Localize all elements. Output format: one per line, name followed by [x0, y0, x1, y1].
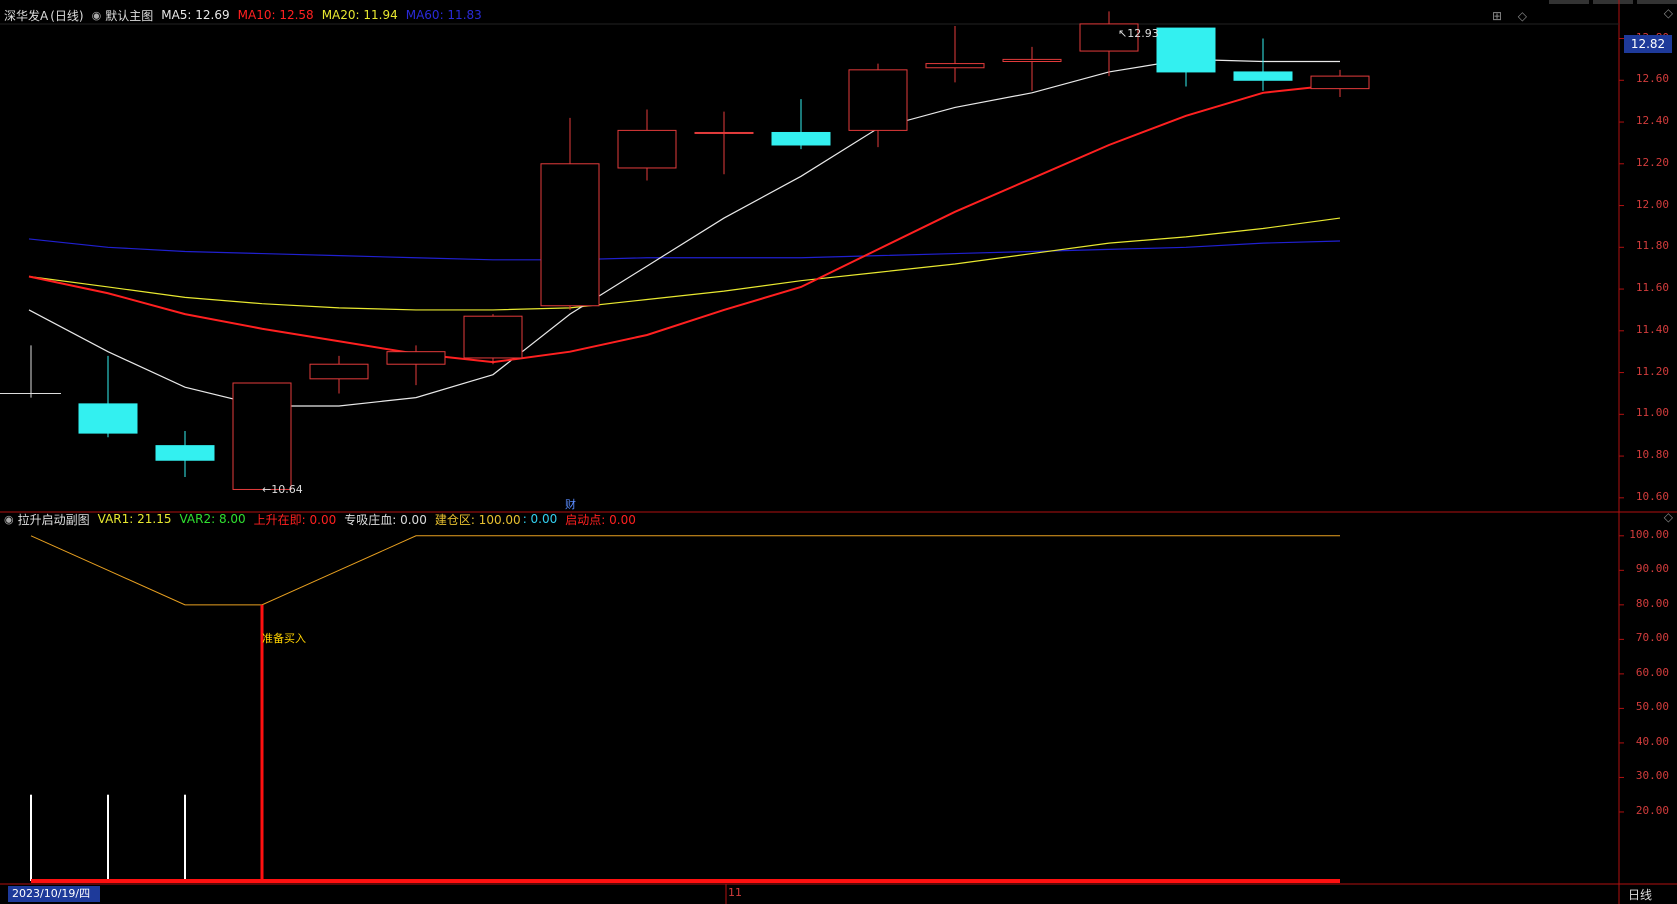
price-tick-label: 11.60 [1635, 281, 1669, 295]
candle-body [1002, 58, 1062, 62]
high-price-value: 12.93 [1127, 27, 1159, 40]
low-price-value: 10.64 [271, 483, 303, 496]
sub-tick-label: 30.00 [1635, 769, 1669, 783]
sub-tick-label: 20.00 [1635, 803, 1669, 817]
candle-body [1156, 27, 1216, 73]
sub-tick-label: 40.00 [1635, 734, 1669, 748]
ma5-line [28, 58, 1340, 407]
price-tick-label: 12.00 [1635, 197, 1669, 211]
month-marker: 11 [728, 886, 742, 899]
low-arrow-icon: ← [262, 483, 272, 496]
candle-body [771, 131, 831, 146]
cursor-date-label: 2023/10/19/四 [8, 886, 100, 902]
candle-body [78, 403, 138, 434]
var1-line [30, 535, 1340, 606]
price-tick-label: 11.80 [1635, 239, 1669, 253]
candle-body [309, 363, 369, 380]
stock-chart-window: 深华发A (日线) ◉ 默认主图 MA5: 12.69 MA10: 12.58 … [0, 0, 1677, 904]
candle-body [540, 163, 600, 307]
price-tick-label: 12.60 [1635, 72, 1669, 86]
high-price-marker: ↖12.93 [1118, 27, 1159, 40]
high-arrow-icon: ↖ [1118, 27, 1128, 40]
price-tick-label: 12.20 [1635, 155, 1669, 169]
price-tick-label: 12.40 [1635, 114, 1669, 128]
candle-body [1310, 75, 1370, 90]
candle-body [848, 69, 908, 131]
buy-signal-label: 准备买入 [262, 632, 306, 645]
price-tick-label: 10.60 [1635, 489, 1669, 503]
sub-tick-label: 70.00 [1635, 631, 1669, 645]
low-price-marker: ←10.64 [262, 483, 303, 496]
ma20-line [28, 217, 1341, 311]
candle-body [617, 129, 677, 169]
sub-tick-label: 100.00 [1629, 527, 1669, 541]
sub-tick-label: 50.00 [1635, 700, 1669, 714]
candle-body [925, 63, 985, 69]
sub-tick-label: 60.00 [1635, 665, 1669, 679]
financial-report-icon[interactable]: 财 [565, 496, 576, 512]
current-price-tag: 12.82 [1624, 35, 1672, 53]
candle-body [232, 382, 292, 490]
period-selector[interactable]: 日线 [1628, 886, 1652, 903]
candle-body [155, 445, 215, 461]
candle-body [463, 315, 523, 359]
candle-body [694, 131, 754, 134]
price-tick-label: 11.40 [1635, 322, 1669, 336]
candle-body [1233, 71, 1293, 81]
price-tick-label: 11.20 [1635, 364, 1669, 378]
sub-tick-label: 90.00 [1635, 562, 1669, 576]
chart-canvas[interactable] [0, 0, 1677, 904]
price-tick-label: 11.00 [1635, 406, 1669, 420]
price-tick-label: 10.80 [1635, 448, 1669, 462]
sub-tick-label: 80.00 [1635, 596, 1669, 610]
ma10-line [28, 83, 1341, 364]
candle-body [386, 351, 446, 365]
